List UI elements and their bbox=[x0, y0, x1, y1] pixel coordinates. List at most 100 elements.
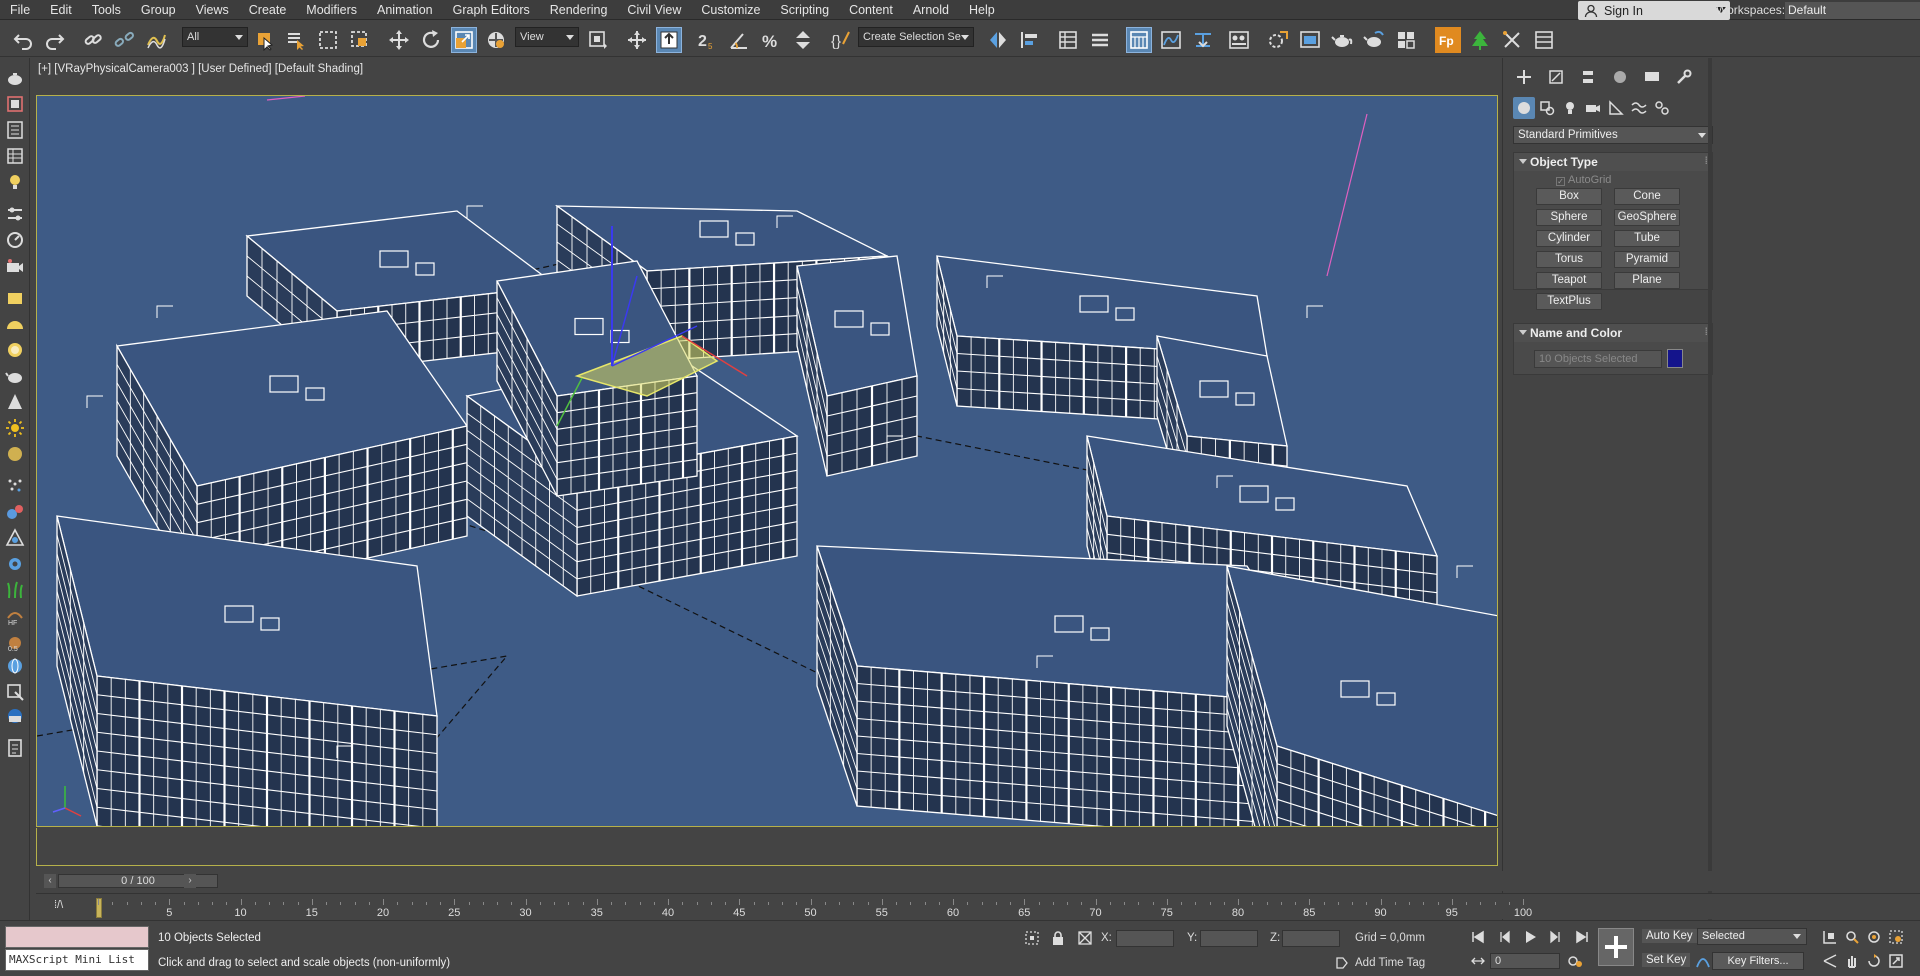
orbit-subobject-button[interactable] bbox=[1864, 952, 1884, 970]
sign-in-button[interactable]: Sign In bbox=[1578, 1, 1730, 20]
select-rotate-button[interactable] bbox=[418, 27, 444, 53]
create-tab[interactable] bbox=[1513, 66, 1535, 88]
field-of-view-button[interactable] bbox=[1820, 952, 1840, 970]
isolate-selection-button[interactable] bbox=[1022, 929, 1042, 947]
autogrid-checkbox[interactable]: ✓ AutoGrid bbox=[1556, 174, 1611, 186]
schematic-view-button[interactable] bbox=[1190, 27, 1216, 53]
snaps-toggle-button[interactable]: 25 bbox=[694, 27, 720, 53]
utilities-tab[interactable] bbox=[1673, 66, 1695, 88]
left-tool-3[interactable] bbox=[3, 118, 27, 142]
y-coordinate-field[interactable] bbox=[1200, 930, 1258, 947]
left-tool-ball[interactable] bbox=[3, 442, 27, 466]
spinner-snap-button[interactable] bbox=[790, 27, 816, 53]
key-mode-toggle[interactable] bbox=[1468, 952, 1488, 970]
rectangular-selection-button[interactable] bbox=[315, 27, 341, 53]
perspective-viewport[interactable] bbox=[36, 95, 1498, 827]
hierarchy-tab[interactable] bbox=[1577, 66, 1599, 88]
menu-scripting[interactable]: Scripting bbox=[770, 0, 839, 20]
current-frame-field[interactable]: 0 bbox=[1490, 953, 1560, 969]
select-place-button[interactable] bbox=[483, 27, 509, 53]
track-slider-handle[interactable] bbox=[96, 898, 102, 918]
plane-button[interactable]: Plane bbox=[1614, 272, 1680, 289]
name-color-rollout-header[interactable]: Name and Color ⁞ bbox=[1514, 324, 1712, 342]
geometry-category[interactable] bbox=[1513, 97, 1535, 119]
left-tool-helper[interactable] bbox=[3, 526, 27, 550]
toggle-panel-button[interactable] bbox=[1531, 27, 1557, 53]
left-tool-hair[interactable]: HF bbox=[3, 604, 27, 628]
forest-tree-button[interactable] bbox=[1467, 27, 1493, 53]
left-tool-1[interactable] bbox=[3, 66, 27, 90]
left-tool-teapot[interactable] bbox=[3, 364, 27, 388]
viewport-label[interactable]: [+] [VRayPhysicalCamera003 ] [User Defin… bbox=[38, 63, 363, 75]
tube-button[interactable]: Tube bbox=[1614, 230, 1680, 247]
left-tool-5[interactable] bbox=[3, 170, 27, 194]
layer-explorer-button[interactable] bbox=[1087, 27, 1113, 53]
next-frame-button[interactable] bbox=[1546, 928, 1566, 946]
box-button[interactable]: Box bbox=[1536, 188, 1602, 205]
select-move-button[interactable] bbox=[386, 27, 412, 53]
menu-views[interactable]: Views bbox=[186, 0, 239, 20]
goto-start-button[interactable] bbox=[1468, 928, 1488, 946]
left-tool-gear[interactable] bbox=[3, 552, 27, 576]
edit-named-selection-button[interactable]: {} bbox=[827, 27, 853, 53]
maxscript-mini-listener[interactable]: MAXScript Mini List bbox=[5, 949, 149, 971]
left-tool-ball-2[interactable]: 0.5 bbox=[3, 630, 27, 654]
menu-animation[interactable]: Animation bbox=[367, 0, 443, 20]
cone-button[interactable]: Cone bbox=[1614, 188, 1680, 205]
default-in-out-tangents-button[interactable] bbox=[1693, 952, 1713, 970]
orbit-button[interactable] bbox=[1864, 928, 1884, 946]
left-tool-cone[interactable] bbox=[3, 390, 27, 414]
key-selection-dropdown[interactable]: Selected bbox=[1697, 928, 1807, 945]
left-tool-6[interactable] bbox=[3, 202, 27, 226]
angle-snap-button[interactable] bbox=[726, 27, 752, 53]
left-tool-2[interactable] bbox=[3, 92, 27, 116]
auto-key-button[interactable]: Auto Key bbox=[1642, 929, 1697, 943]
motion-tab[interactable] bbox=[1609, 66, 1631, 88]
forest-pack-button[interactable]: Fp bbox=[1435, 27, 1461, 53]
named-selection-set-dropdown[interactable]: Create Selection Se bbox=[858, 27, 974, 47]
align-button[interactable] bbox=[1017, 27, 1043, 53]
percent-snap-button[interactable]: % bbox=[758, 27, 784, 53]
x-coordinate-field[interactable] bbox=[1116, 930, 1174, 947]
reference-coordinate-dropdown[interactable]: View bbox=[515, 27, 579, 47]
zoom-button[interactable] bbox=[1842, 928, 1862, 946]
left-tool-globe[interactable] bbox=[3, 654, 27, 678]
select-object-button[interactable] bbox=[252, 27, 278, 53]
menu-customize[interactable]: Customize bbox=[691, 0, 770, 20]
menu-help[interactable]: Help bbox=[959, 0, 1005, 20]
render-production-button[interactable] bbox=[1329, 27, 1355, 53]
set-key-mode-button[interactable]: Set Key bbox=[1642, 953, 1691, 967]
mini-curve-editor-icon[interactable]: ⁞/\ bbox=[54, 899, 76, 915]
left-tool-8[interactable] bbox=[3, 254, 27, 278]
geosphere-button[interactable]: GeoSphere bbox=[1614, 209, 1680, 226]
object-color-swatch[interactable] bbox=[1667, 349, 1683, 368]
prev-frame-arrow-icon[interactable]: ‹ bbox=[44, 874, 56, 888]
menu-group[interactable]: Group bbox=[131, 0, 186, 20]
cylinder-button[interactable]: Cylinder bbox=[1536, 230, 1602, 247]
render-setup-button[interactable] bbox=[1265, 27, 1291, 53]
select-by-name-button[interactable] bbox=[283, 27, 309, 53]
menu-modifiers[interactable]: Modifiers bbox=[296, 0, 367, 20]
goto-end-button[interactable] bbox=[1572, 928, 1592, 946]
undo-button[interactable] bbox=[10, 27, 36, 53]
menu-file[interactable]: File bbox=[0, 0, 40, 20]
teapot-button[interactable]: Teapot bbox=[1536, 272, 1602, 289]
torus-button[interactable]: Torus bbox=[1536, 251, 1602, 268]
left-tool-7[interactable] bbox=[3, 228, 27, 252]
pan-button[interactable] bbox=[1842, 952, 1862, 970]
menu-edit[interactable]: Edit bbox=[40, 0, 82, 20]
material-editor-button[interactable] bbox=[1226, 27, 1252, 53]
command-panel-scrollbar[interactable] bbox=[1708, 58, 1712, 920]
previous-frame-button[interactable] bbox=[1494, 928, 1514, 946]
left-tool-sphere[interactable] bbox=[3, 338, 27, 362]
trackbar[interactable]: ⁞/\ 5 10 15 20 25 30 35 40 45 50 55 60 65 70 75 80 85 90 9… bbox=[36, 893, 1920, 919]
redo-button[interactable] bbox=[42, 27, 68, 53]
pivot-point-button[interactable] bbox=[585, 27, 611, 53]
add-time-tag-button[interactable]: Add Time Tag bbox=[1355, 957, 1425, 969]
left-tool-spheres[interactable] bbox=[3, 500, 27, 524]
left-tool-box[interactable] bbox=[3, 286, 27, 310]
menu-rendering[interactable]: Rendering bbox=[540, 0, 618, 20]
textplus-button[interactable]: TextPlus bbox=[1536, 293, 1602, 310]
key-filters-button[interactable]: Key Filters... bbox=[1712, 952, 1804, 970]
next-frame-arrow-icon[interactable]: › bbox=[184, 874, 196, 888]
